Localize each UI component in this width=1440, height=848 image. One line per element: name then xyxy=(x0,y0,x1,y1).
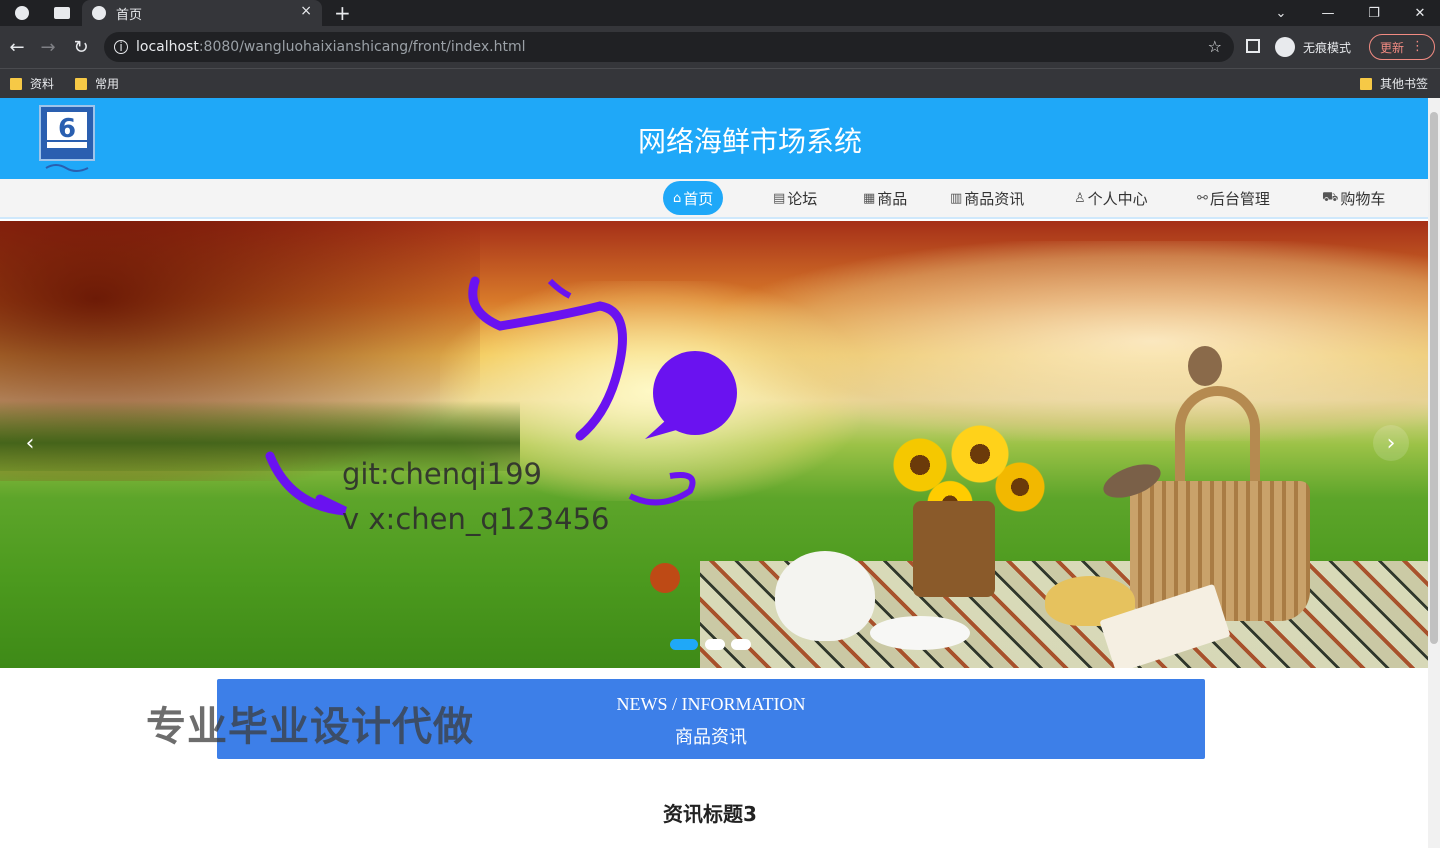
site-title: 网络海鲜市场系统 xyxy=(637,125,862,158)
news-icon: ▥ xyxy=(950,190,963,206)
menu-label: 商品 xyxy=(877,189,908,208)
menu-label: 个人中心 xyxy=(1087,189,1148,208)
tab-title: 首页 xyxy=(116,7,143,23)
overlay-text-contact: v x:chen_q123456 xyxy=(342,502,610,536)
coffee-vase xyxy=(913,501,995,597)
forward-button[interactable]: → xyxy=(33,32,63,62)
site-header: 6 网络海鲜市场系统 xyxy=(0,98,1428,179)
tab-search-icon[interactable] xyxy=(50,0,74,26)
menu-item-products[interactable]: ▦ 商品 xyxy=(863,181,907,215)
menu-item-product-news[interactable]: ▥ 商品资讯 xyxy=(950,181,1024,215)
restore-button[interactable]: ❐ xyxy=(1351,0,1397,26)
site-info-icon[interactable]: i xyxy=(114,40,128,54)
other-bookmarks-label: 其他书签 xyxy=(1380,77,1429,91)
teacup xyxy=(870,616,970,650)
bookmark-folder-changyong[interactable]: 常用 xyxy=(75,75,119,92)
menu-item-profile[interactable]: ♙ 个人中心 xyxy=(1074,181,1148,215)
home-icon: ⌂ xyxy=(673,190,682,206)
carousel-next-button[interactable]: › xyxy=(1373,425,1409,461)
tab-close-icon[interactable]: × xyxy=(300,3,312,19)
url-path: :8080/wangluohaixianshicang/front/index.… xyxy=(198,39,526,55)
menu-label: 后台管理 xyxy=(1209,189,1270,208)
link-icon: ⚯ xyxy=(1197,190,1208,206)
update-button[interactable]: 更新 ⋮ xyxy=(1369,34,1435,60)
folder-icon xyxy=(75,77,87,90)
bookmark-star-icon[interactable]: ☆ xyxy=(1208,37,1222,56)
browser-tab[interactable]: 首页 × xyxy=(82,0,322,26)
carousel-dot-1[interactable] xyxy=(670,639,698,650)
watermark-text: 专业毕业设计代做 xyxy=(146,704,474,750)
close-window-button[interactable]: ✕ xyxy=(1397,0,1440,26)
tab-list-icon[interactable]: ⌄ xyxy=(1258,0,1304,26)
banner-clouds xyxy=(720,241,1428,441)
menu-label: 购物车 xyxy=(1340,189,1386,208)
new-tab-button[interactable]: + xyxy=(334,0,351,26)
folder-icon xyxy=(1360,77,1372,90)
cart-icon: ⛟ xyxy=(1322,189,1339,205)
page-scrollbar[interactable] xyxy=(1428,98,1440,848)
reload-button[interactable]: ↻ xyxy=(66,32,96,62)
browser-profile-icon[interactable] xyxy=(10,0,34,26)
menu-item-forum[interactable]: ▤ 论坛 xyxy=(773,181,817,215)
browser-toolbar: ← → ↻ i localhost:8080/wangluohaixianshi… xyxy=(0,26,1440,68)
url-host: localhost xyxy=(136,39,199,55)
user-icon: ♙ xyxy=(1074,190,1086,206)
bird xyxy=(1188,346,1222,386)
bookmark-label: 资料 xyxy=(30,77,55,91)
teapot xyxy=(775,551,875,641)
menu-label: 商品资讯 xyxy=(964,189,1025,208)
address-bar[interactable]: i localhost:8080/wangluohaixianshicang/f… xyxy=(104,32,1234,62)
update-label: 更新 xyxy=(1380,40,1405,55)
menu-label: 首页 xyxy=(683,189,714,208)
web-page: 6 网络海鲜市场系统 ⌂ 首页 ▤ 论坛 ▦ 商品 ▥ 商品资讯 ♙ 个人中心 … xyxy=(0,98,1428,848)
side-panel-icon[interactable] xyxy=(1246,39,1260,53)
carousel-dot-3[interactable] xyxy=(731,639,751,650)
menu-item-admin[interactable]: ⚯ 后台管理 xyxy=(1197,181,1270,215)
incognito-indicator[interactable]: 无痕模式 xyxy=(1275,36,1351,58)
incognito-label: 无痕模式 xyxy=(1303,40,1352,55)
scrollbar-thumb[interactable] xyxy=(1430,112,1438,644)
picnic-basket xyxy=(1130,481,1310,621)
overlay-text-git: git:chenqi199 xyxy=(342,457,542,491)
products-icon: ▦ xyxy=(863,190,876,206)
browser-menu-icon[interactable]: ⋮ xyxy=(1411,39,1424,54)
menu-item-home[interactable]: ⌂ 首页 xyxy=(663,181,724,215)
menu-label: 论坛 xyxy=(787,189,818,208)
back-button[interactable]: ← xyxy=(2,32,32,62)
globe-icon xyxy=(92,6,106,20)
carousel-dot-2[interactable] xyxy=(705,639,725,650)
forum-icon: ▤ xyxy=(773,190,786,206)
banner-carousel[interactable]: git:chenqi199 v x:chen_q123456 ‹ › xyxy=(0,221,1428,668)
carousel-prev-button[interactable]: ‹ xyxy=(12,425,48,461)
incognito-icon xyxy=(1275,37,1295,57)
browser-tab-strip: 首页 × + ⌄ — ❐ ✕ xyxy=(0,0,1440,26)
overlay-doodle xyxy=(265,276,737,516)
minimize-button[interactable]: — xyxy=(1305,0,1351,26)
news-article-title[interactable]: 资讯标题3 xyxy=(0,798,1420,827)
other-bookmarks[interactable]: 其他书签 xyxy=(1360,75,1428,92)
folder-icon xyxy=(10,77,22,90)
bookmark-folder-ziliao[interactable]: 资料 xyxy=(10,75,54,92)
mouse-cursor-highlight xyxy=(650,563,680,593)
menu-item-cart[interactable]: ⛟ 购物车 xyxy=(1322,181,1385,215)
bookmark-label: 常用 xyxy=(95,77,120,91)
main-menu: ⌂ 首页 ▤ 论坛 ▦ 商品 ▥ 商品资讯 ♙ 个人中心 ⚯ 后台管理 ⛟ 购物… xyxy=(0,179,1428,219)
bookmarks-bar: 资料 常用 其他书签 xyxy=(0,68,1440,98)
